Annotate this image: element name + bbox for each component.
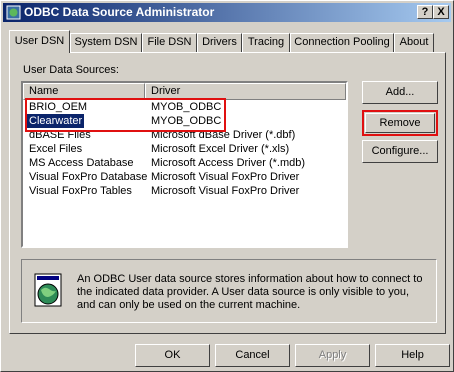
dsn-driver: MYOB_ODBC [151, 115, 222, 127]
title-bar[interactable]: ODBC Data Source Administrator ? X [3, 3, 451, 22]
close-button[interactable]: X [433, 5, 449, 19]
list-item[interactable]: Visual FoxPro Tables Microsoft Visual Fo… [23, 184, 346, 198]
list-item[interactable]: dBASE Files Microsoft dBase Driver (*.db… [23, 128, 346, 142]
dsn-driver: Microsoft Access Driver (*.mdb) [151, 157, 306, 169]
list-item[interactable]: Visual FoxPro Database Microsoft Visual … [23, 170, 346, 184]
column-header-driver[interactable]: Driver [145, 83, 346, 100]
ok-button[interactable]: OK [135, 344, 210, 367]
dsn-name: Visual FoxPro Database [29, 171, 148, 183]
dsn-name: BRIO_OEM [29, 101, 88, 113]
dsn-name: Visual FoxPro Tables [29, 185, 132, 197]
dsn-name: dBASE Files [29, 129, 91, 141]
list-item[interactable]: MS Access Database Microsoft Access Driv… [23, 156, 346, 170]
info-text: An ODBC User data source stores informat… [77, 273, 423, 311]
add-button[interactable]: Add... [362, 81, 438, 104]
tab-drivers[interactable]: Drivers [197, 33, 242, 52]
data-sources-list[interactable]: Name Driver BRIO_OEM MYOB_ODBC Clearwate… [21, 81, 348, 248]
dsn-driver: MYOB_ODBC [151, 101, 222, 113]
tab-file-dsn[interactable]: File DSN [142, 33, 197, 52]
data-source-globe-icon [34, 273, 62, 307]
window-title: ODBC Data Source Administrator [24, 5, 215, 19]
dsn-name: Clearwater [27, 114, 85, 128]
list-item[interactable]: BRIO_OEM MYOB_ODBC [23, 100, 346, 114]
tab-system-dsn[interactable]: System DSN [70, 33, 142, 52]
help-button[interactable]: Help [375, 344, 450, 367]
tab-about[interactable]: About [394, 33, 434, 52]
column-header-name[interactable]: Name [23, 83, 145, 100]
tab-user-dsn[interactable]: User DSN [9, 30, 70, 53]
dsn-name: Excel Files [29, 143, 83, 155]
dsn-driver: Microsoft Excel Driver (*.xls) [151, 143, 290, 155]
configure-button[interactable]: Configure... [362, 140, 438, 163]
remove-button[interactable]: Remove [365, 113, 435, 133]
help-title-button[interactable]: ? [417, 5, 433, 19]
cancel-button[interactable]: Cancel [215, 344, 290, 367]
list-item-selected[interactable]: Clearwater MYOB_ODBC [23, 114, 346, 128]
dsn-driver: Microsoft dBase Driver (*.dbf) [151, 129, 296, 141]
odbc-window: ODBC Data Source Administrator ? X User … [0, 0, 454, 372]
odbc-app-icon [6, 5, 21, 20]
list-item[interactable]: Excel Files Microsoft Excel Driver (*.xl… [23, 142, 346, 156]
apply-button[interactable]: Apply [295, 344, 370, 367]
user-data-sources-label: User Data Sources: [23, 64, 119, 76]
tab-connection-pooling[interactable]: Connection Pooling [290, 33, 394, 52]
dsn-driver: Microsoft Visual FoxPro Driver [151, 185, 300, 197]
dsn-driver: Microsoft Visual FoxPro Driver [151, 171, 300, 183]
dsn-name: MS Access Database [29, 157, 134, 169]
tab-tracing[interactable]: Tracing [242, 33, 290, 52]
